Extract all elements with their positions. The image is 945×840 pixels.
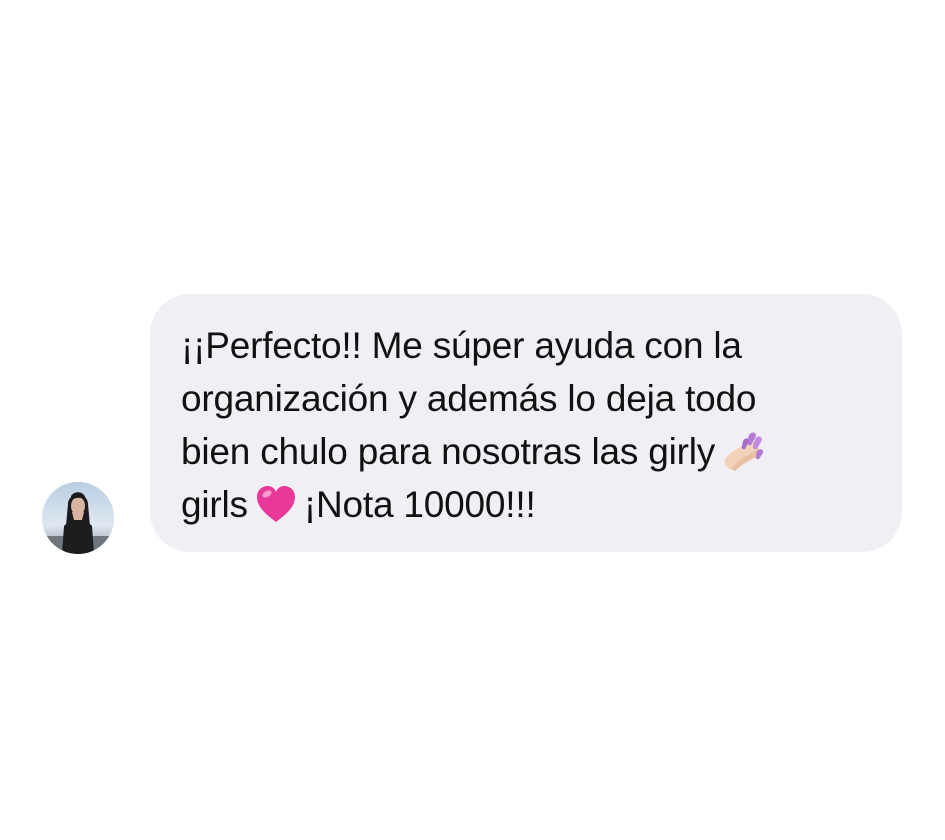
avatar-photo (42, 482, 114, 554)
chat-screen: ¡¡Perfecto!! Me súper ayuda con la organ… (0, 0, 945, 840)
message-line-4-start: girls (181, 484, 248, 525)
message-line-4-container: girls ¡Nota 10000!!! (181, 478, 882, 531)
message-bubble[interactable]: ¡¡Perfecto!! Me súper ayuda con la organ… (150, 294, 902, 552)
message-line-4-end: ¡Nota 10000!!! (303, 484, 536, 525)
sender-avatar[interactable] (42, 482, 114, 554)
message-line-3: bien chulo para nosotras las girly (181, 431, 716, 472)
message-line-2: organización y además lo deja todo (181, 378, 757, 419)
message-line-3-container: bien chulo para nosotras las girly (181, 425, 882, 478)
message-line-1: ¡¡Perfecto!! Me súper ayuda con la (181, 325, 742, 366)
pink-heart-icon (254, 482, 298, 526)
nail-polish-icon (721, 429, 765, 473)
